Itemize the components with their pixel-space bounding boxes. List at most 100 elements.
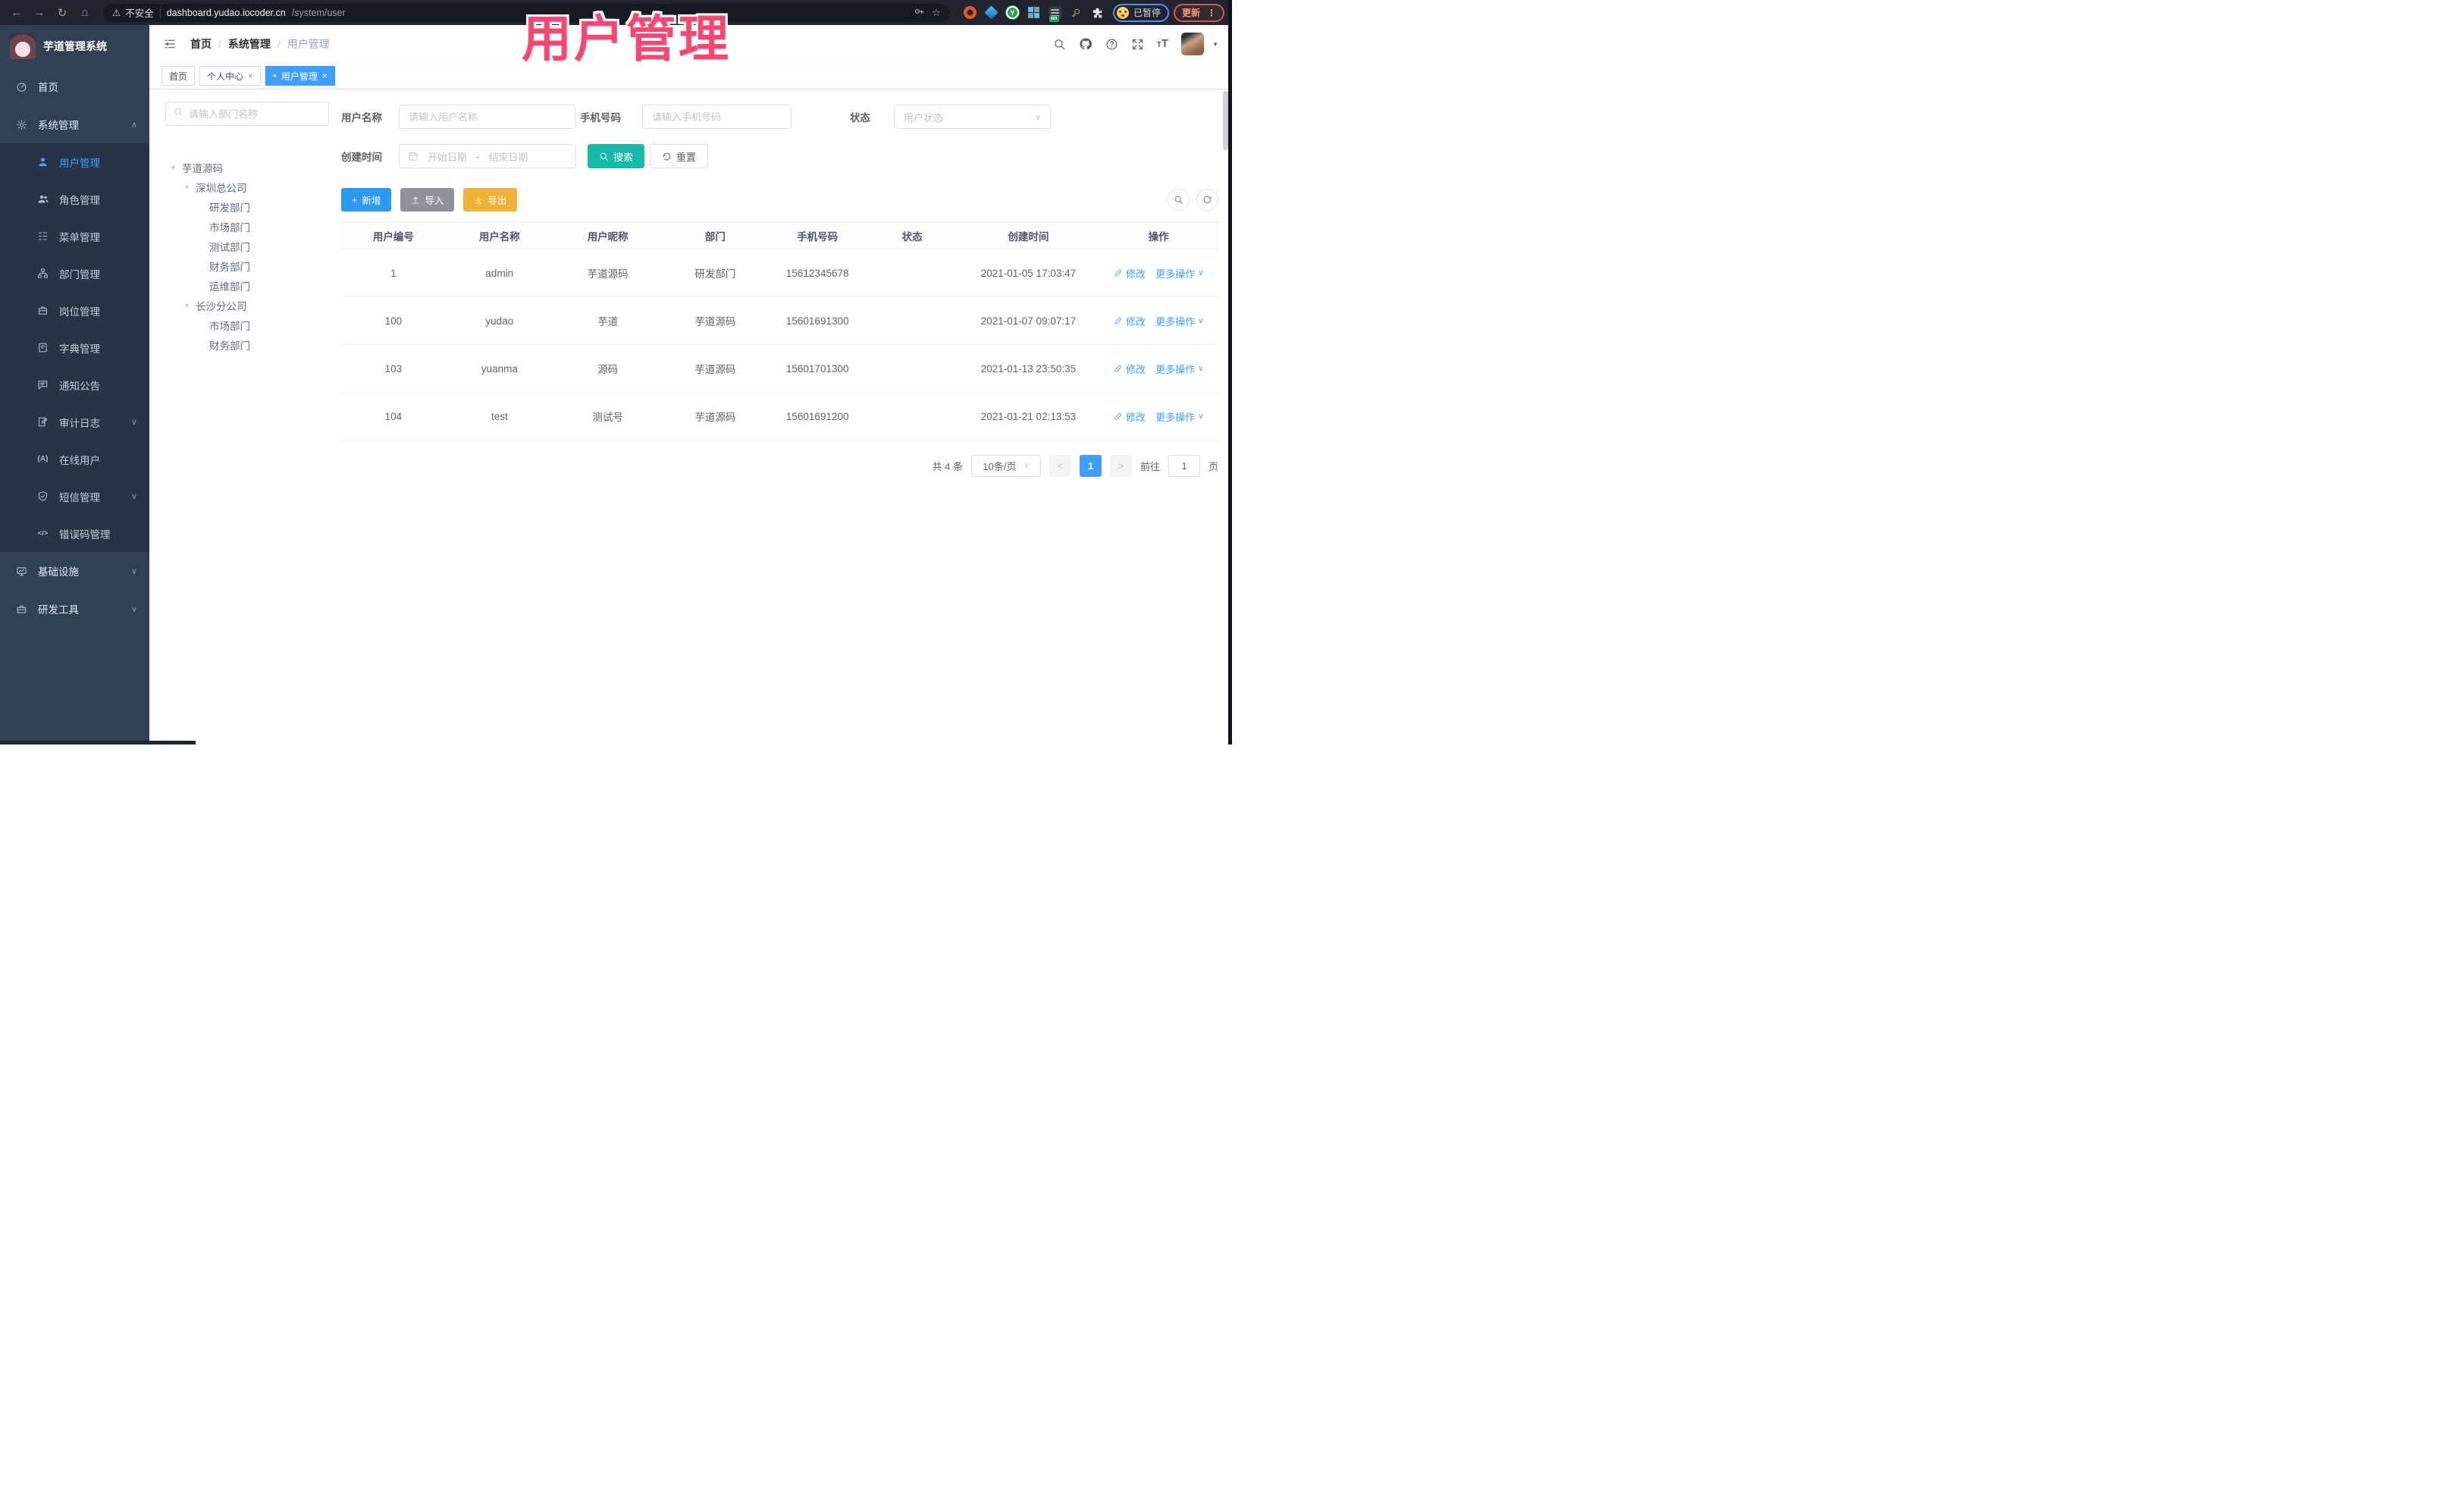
sidebar-item-infrastructure[interactable]: 基础设施 ∨ [0,552,149,590]
breadcrumb-system[interactable]: 系统管理 [228,36,271,52]
sidebar-item-roles[interactable]: 角色管理 [0,180,149,218]
logo[interactable]: 芋道管理系统 [0,25,149,67]
browser-forward-button[interactable]: → [30,4,49,22]
bookmark-star-icon[interactable]: ☆ [932,7,941,19]
users-icon [36,193,49,205]
search-icon[interactable] [1053,38,1066,51]
dept-search-box [165,102,329,126]
edit-link[interactable]: 修改 [1114,409,1146,424]
code-icon: </> [37,529,49,538]
import-button[interactable]: 导入 [400,188,455,212]
breadcrumb-home[interactable]: 首页 [190,36,212,52]
sidebar-item-audit-log[interactable]: 审计日志 ∨ [0,403,149,440]
sidebar-item-notice[interactable]: 通知公告 [0,366,149,403]
extension-gem-icon[interactable] [984,5,998,20]
warning-icon: ⚠ [112,8,121,18]
page-scrollbar[interactable] [1223,91,1228,150]
more-actions-link[interactable]: 更多操作 ∨ [1155,314,1203,328]
caret-down-icon[interactable]: ▾ [185,302,196,310]
tree-node[interactable]: 运维部门 [165,276,329,296]
reset-button[interactable]: 重置 [650,144,709,168]
tab-user-management[interactable]: ● 用户管理 × [265,66,335,86]
browser-profile-chip[interactable]: 已暂停 [1112,3,1169,22]
extension-key-icon[interactable] [1070,6,1083,19]
table-row: 103 yuanma 源码 芋道源码 15601701300 2021-01-1… [341,345,1218,393]
sidebar-item-system[interactable]: 系统管理 ∧ [0,105,149,143]
system-submenu: 用户管理 角色管理 菜单管理 部门管理 岗位管理 字典管理 通知公告 审计日志 … [0,143,149,552]
tree-node-root[interactable]: ▾ 芋道源码 [165,158,329,177]
fullscreen-icon[interactable] [1131,38,1144,51]
avatar-caret-icon[interactable]: ▼ [1212,41,1218,48]
sidebar-item-users[interactable]: 用户管理 [0,143,149,180]
sidebar-item-online-users[interactable]: (A) 在线用户 [0,440,149,478]
date-range-picker[interactable]: 开始日期 - 结束日期 [399,144,576,168]
password-key-icon[interactable] [914,6,924,19]
page-unit-label: 页 [1208,461,1218,472]
browser-back-button[interactable]: ← [8,4,26,22]
sidebar-item-menus[interactable]: 菜单管理 [0,218,149,255]
caret-down-icon[interactable]: ▾ [171,164,182,172]
edit-link[interactable]: 修改 [1114,362,1146,376]
prev-page-button[interactable]: < [1049,455,1071,477]
sidebar-item-sms[interactable]: 短信管理 ∨ [0,478,149,515]
browser-reload-button[interactable]: ↻ [53,4,71,22]
extensions-puzzle-icon[interactable] [1091,6,1104,19]
export-button[interactable]: 导出 [463,188,518,212]
toggle-search-button[interactable] [1168,189,1190,211]
sidebar-item-dict[interactable]: 字典管理 [0,329,149,366]
username-input[interactable] [399,105,575,129]
tab-profile[interactable]: 个人中心 × [199,66,262,86]
sidebar-item-departments[interactable]: 部门管理 [0,255,149,292]
tree-node[interactable]: 研发部门 [165,197,329,217]
tree-node[interactable]: 财务部门 [165,335,329,355]
sidebar-item-posts[interactable]: 岗位管理 [0,292,149,329]
browser-update-button[interactable]: 更新 ⋮ [1173,3,1224,22]
extension-ubuntu-icon[interactable] [963,6,977,19]
back-icon: ← [11,6,23,19]
page-size-select[interactable]: 10条/页 ∨ [970,455,1041,477]
tree-node[interactable]: ▾ 深圳总公司 [165,177,329,197]
more-actions-link[interactable]: 更多操作 ∨ [1155,409,1203,424]
status-select[interactable]: 用户状态 ∨ [894,105,1051,129]
current-page[interactable]: 1 [1079,455,1102,477]
github-icon[interactable] [1079,37,1092,51]
mobile-label: 手机号码 [580,112,621,124]
browser-home-button[interactable]: ⌂ [76,4,94,22]
tree-node[interactable]: 财务部门 [165,256,329,276]
profile-emoji-avatar [1116,6,1129,19]
mobile-input[interactable] [642,105,792,129]
chevron-down-icon: ∨ [130,604,137,614]
sidebar-item-home[interactable]: 首页 [0,67,149,105]
refresh-button[interactable] [1196,189,1218,211]
tab-home[interactable]: 首页 [161,66,196,86]
font-size-icon[interactable]: TT [1157,37,1168,51]
dept-tree-panel: ▾芋道源码 ▾深圳总公司 研发部门 市场部门 测试部门 财务部门 运维部门 ▾长… [165,102,329,355]
close-icon[interactable]: × [322,71,328,81]
tree-node[interactable]: 市场部门 [165,315,329,335]
tree-node[interactable]: ▾ 长沙分公司 [165,296,329,315]
more-actions-link[interactable]: 更多操作 ∨ [1155,362,1203,376]
book-icon [36,342,49,353]
extension-list-icon[interactable]: on [1048,6,1061,22]
tree-node[interactable]: 测试部门 [165,237,329,256]
search-button[interactable]: 搜索 [588,144,645,168]
active-dot-icon: ● [273,72,277,79]
caret-down-icon[interactable]: ▾ [185,183,196,192]
next-page-button[interactable]: > [1109,455,1132,477]
more-actions-link[interactable]: 更多操作 ∨ [1155,266,1203,281]
goto-page-input[interactable] [1168,455,1200,477]
edit-link[interactable]: 修改 [1114,266,1146,281]
user-avatar[interactable] [1181,33,1205,55]
sidebar-collapse-icon[interactable] [163,38,177,50]
sidebar-item-error-codes[interactable]: </> 错误码管理 [0,515,149,552]
close-icon[interactable]: × [248,71,253,81]
dept-search-input[interactable] [189,108,321,120]
security-chip[interactable]: ⚠ 不安全 [112,5,154,20]
extension-y-icon[interactable]: Y [1005,6,1019,19]
help-icon[interactable] [1105,38,1118,51]
add-button[interactable]: + 新增 [341,188,392,212]
extension-grid-icon[interactable] [1027,6,1040,19]
sidebar-item-dev-tools[interactable]: 研发工具 ∨ [0,590,149,628]
tree-node[interactable]: 市场部门 [165,217,329,237]
edit-link[interactable]: 修改 [1114,314,1146,328]
